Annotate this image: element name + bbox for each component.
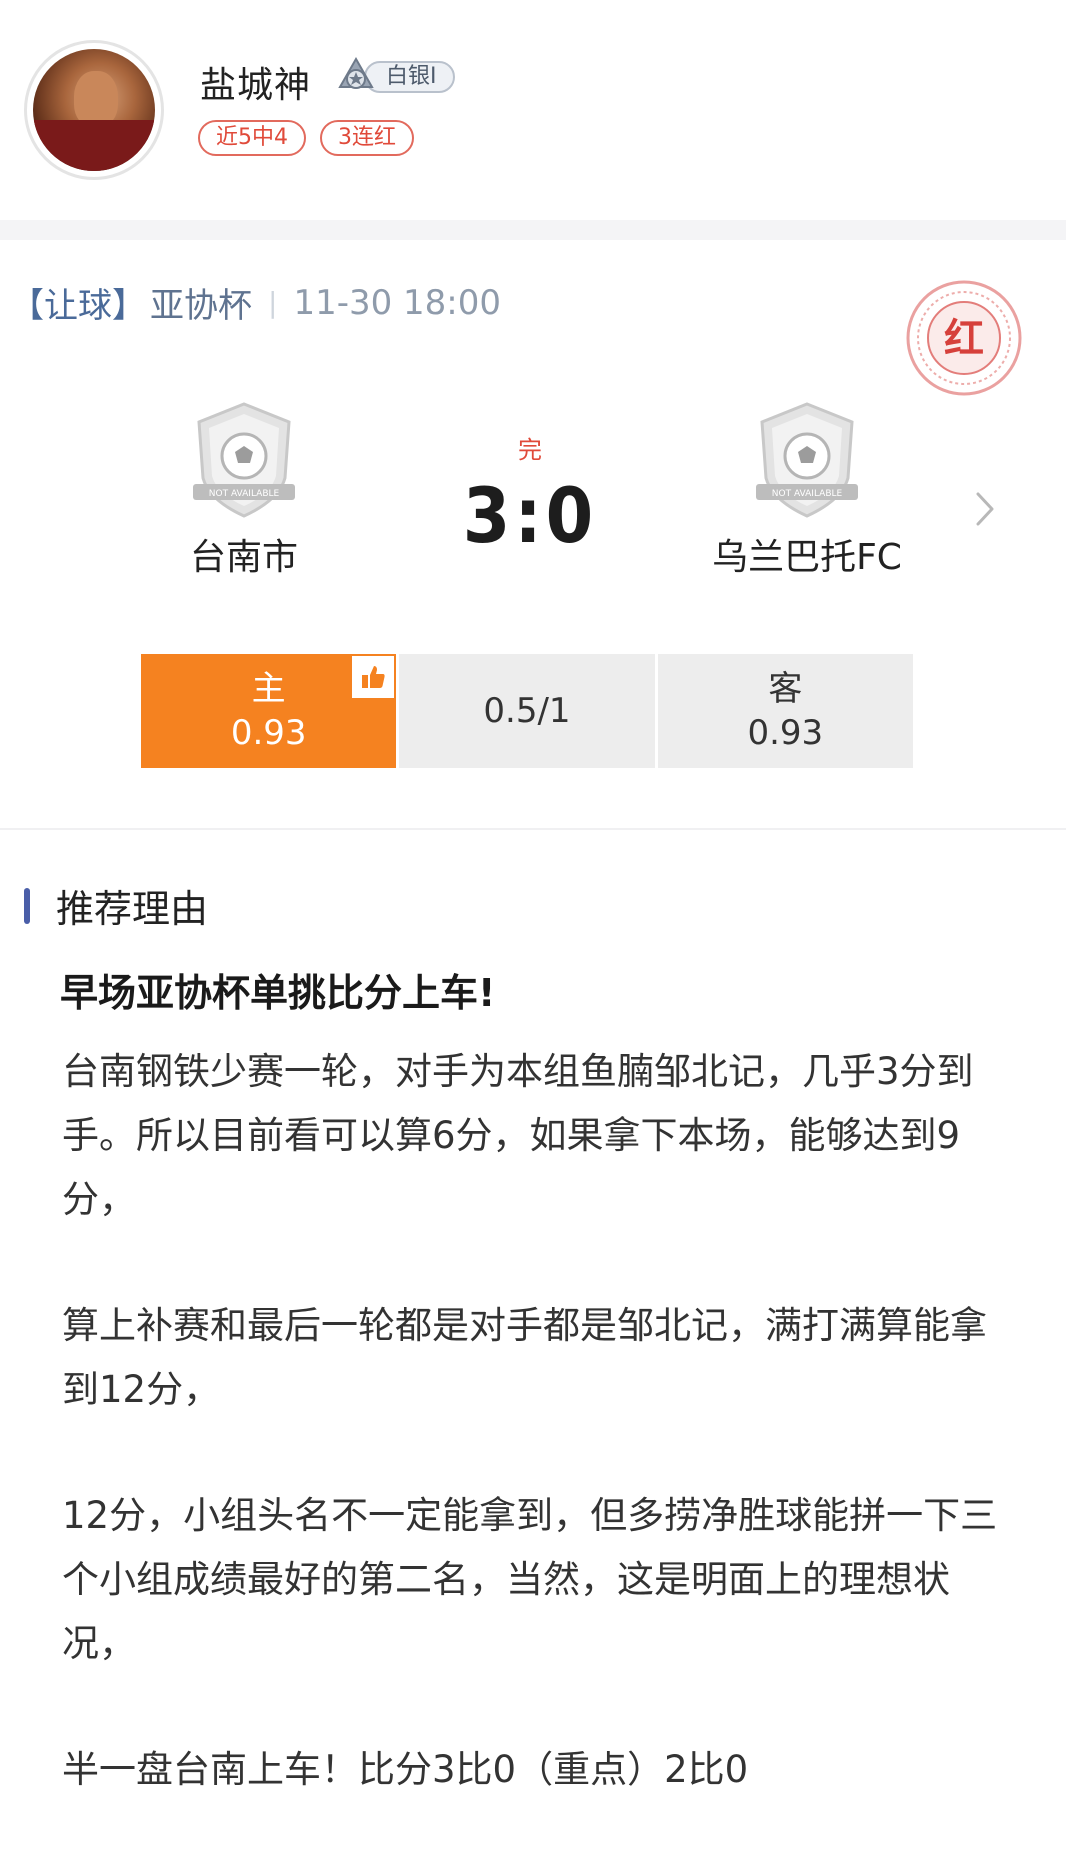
away-team-logo-icon: NOT AVAILABLE <box>756 402 858 518</box>
paragraph: 台南钢铁少赛一轮，对手为本组鱼腩邹北记，几乎3分到手。所以目前看可以算6分，如果… <box>62 1050 974 1221</box>
rank-label: 白银Ⅰ <box>364 61 455 93</box>
handicap-option[interactable]: 0.5/1 <box>399 654 655 768</box>
match-time: 11-30 18:00 <box>293 282 502 323</box>
away-odds-option[interactable]: 客 0.93 <box>657 654 913 768</box>
avatar[interactable] <box>24 40 164 180</box>
section-title: 推荐理由 <box>56 887 209 931</box>
home-team-logo-icon: NOT AVAILABLE <box>193 402 295 518</box>
home-odds-option[interactable]: 主 0.93 <box>141 654 397 768</box>
section-accent-bar <box>24 887 30 924</box>
streak-tag: 3连红 <box>320 120 414 156</box>
away-team-name: 乌兰巴托FC <box>712 537 902 578</box>
away-team[interactable]: NOT AVAILABLE 乌兰巴托FC <box>697 400 917 580</box>
win-stamp-icon: 红 <box>906 280 1022 396</box>
bet-type: 【让球】 <box>10 286 146 326</box>
rank-badge: 白银Ⅰ <box>336 57 455 94</box>
away-odds-label: 客 <box>768 669 803 709</box>
recent-record-tag: 近5中4 <box>198 120 306 156</box>
odds-bar: 主 0.93 0.5/1 客 0.93 <box>141 654 913 768</box>
silver-rank-emblem-icon <box>338 57 374 89</box>
avatar-photo <box>33 49 155 171</box>
away-odds-value: 0.93 <box>747 713 824 753</box>
home-odds-label: 主 <box>251 669 286 709</box>
article-headline: 早场亚协杯单挑比分上车! <box>60 971 496 1015</box>
section-header: 推荐理由 <box>24 878 208 933</box>
home-team[interactable]: NOT AVAILABLE 台南市 <box>134 400 354 580</box>
expert-profile-header: 盐城神 白银Ⅰ 近5中4 3连红 <box>0 0 1066 220</box>
username[interactable]: 盐城神 <box>200 56 311 108</box>
paragraph: 算上补赛和最后一轮都是对手都是邹北记，满打满算能拿到12分， <box>62 1304 987 1411</box>
away-logo-caption: NOT AVAILABLE <box>772 489 843 499</box>
league-name: 亚协杯 <box>150 286 252 326</box>
article-body: 台南钢铁少赛一轮，对手为本组鱼腩邹北记，几乎3分到手。所以目前看可以算6分，如果… <box>62 1040 1002 1864</box>
recommended-badge <box>350 654 397 700</box>
divider <box>0 828 1066 830</box>
home-team-name: 台南市 <box>189 537 298 578</box>
stamp-text: 红 <box>944 316 984 362</box>
match-card[interactable]: 【让球】 亚协杯 | 11-30 18:00 红 NOT AVAILABLE 台… <box>0 240 1066 830</box>
score-box: 完 3:0 <box>430 430 630 560</box>
section-gap <box>0 220 1066 240</box>
match-status: 完 <box>518 436 542 464</box>
paragraph: 12分，小组头名不一定能拿到，但多捞净胜球能拼一下三个小组成绩最好的第二名，当然… <box>62 1494 998 1665</box>
home-odds-value: 0.93 <box>230 713 307 753</box>
record-tags: 近5中4 3连红 <box>198 120 414 156</box>
handicap-value: 0.5/1 <box>483 691 571 731</box>
chevron-right-icon[interactable] <box>970 484 1000 534</box>
paragraph: 半一盘台南上车！比分3比0（重点）2比0 <box>62 1748 749 1791</box>
thumbs-up-icon <box>362 666 385 688</box>
final-score: 3:0 <box>462 471 598 560</box>
match-meta: 【让球】 亚协杯 | 11-30 18:00 <box>10 278 501 327</box>
meta-separator: | <box>268 286 278 319</box>
home-logo-caption: NOT AVAILABLE <box>209 489 280 499</box>
